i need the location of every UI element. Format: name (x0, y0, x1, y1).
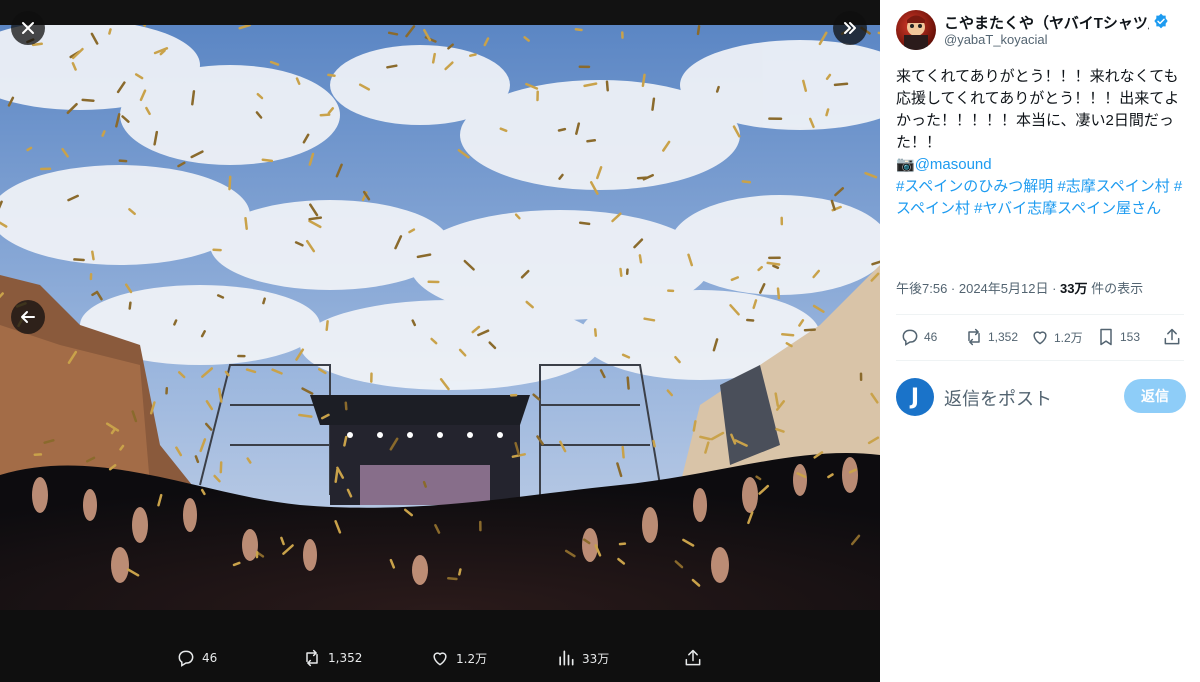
media-like-count: 1.2万 (456, 651, 488, 666)
bookmark-count: 153 (1120, 330, 1141, 344)
previous-button[interactable] (11, 300, 45, 334)
close-icon (22, 22, 34, 34)
repost-icon (968, 328, 980, 346)
reply-submit-button[interactable]: 返信 (1124, 379, 1186, 413)
repost-icon (306, 649, 318, 667)
media-repost-button[interactable]: 1,352 (302, 648, 362, 668)
media-reply-button[interactable]: 46 (176, 648, 217, 668)
verified-badge-icon (1154, 13, 1168, 29)
share-icon (685, 649, 701, 666)
like-button[interactable]: 1.2万 (1030, 327, 1083, 347)
user-avatar[interactable]: J (896, 378, 934, 416)
views-icon (559, 650, 574, 666)
reply-input[interactable]: 返信をポスト (944, 385, 1052, 411)
media-actions-bar: 46 1,352 1.2万 33万 (0, 610, 880, 682)
heart-icon (433, 652, 447, 666)
share-icon (1164, 328, 1180, 345)
author-row: こやまたくや（ヤバイTシャツ屋さん） @yabaT_koyacial (896, 10, 1196, 50)
post-body: 来てくれてありがとう！！！来れなくても応援してくれてありがとう！！！出来てよかっ… (896, 68, 1180, 151)
reply-count: 46 (924, 330, 938, 344)
expand-button[interactable] (833, 11, 867, 45)
views-label: 件の表示 (1087, 281, 1144, 296)
share-button[interactable] (1162, 327, 1182, 347)
double-chevron-icon (844, 22, 856, 34)
bookmark-icon (1100, 328, 1112, 346)
hashtag-links[interactable]: #スペインのひみつ解明 #志摩スペイン村 #スペイン村 #ヤバイ志摩スペイン屋さ… (896, 176, 1186, 220)
post-actions-bar: 46 1,352 1.2万 153 (896, 322, 1184, 352)
post-meta: 午後7:56 · 2024年5月12日 · 33万 件の表示 (896, 278, 1143, 297)
repost-count: 1,352 (988, 330, 1019, 344)
media-like-button[interactable]: 1.2万 (430, 648, 487, 668)
repost-button[interactable]: 1,352 (964, 327, 1018, 347)
media-viewer: 46 1,352 1.2万 33万 (0, 0, 880, 682)
reply-icon (902, 329, 918, 346)
mention-link[interactable]: @masound (915, 156, 992, 173)
heart-icon (1033, 331, 1047, 345)
author-avatar[interactable] (896, 10, 936, 50)
close-button[interactable] (11, 11, 45, 45)
author-display-name[interactable]: こやまたくや（ヤバイTシャツ屋さん） (944, 12, 1149, 33)
media-views-button[interactable]: 33万 (556, 648, 609, 668)
like-count: 1.2万 (1054, 330, 1083, 345)
camera-emoji: 📷 (896, 156, 915, 173)
arrow-left-icon (21, 311, 35, 323)
bookmark-button[interactable]: 153 (1096, 327, 1140, 347)
media-share-button[interactable] (683, 648, 703, 668)
reply-icon (178, 650, 194, 667)
media-views-count: 33万 (582, 651, 610, 666)
reply-button[interactable]: 46 (900, 327, 937, 347)
divider (896, 314, 1184, 315)
media-reply-count: 46 (202, 651, 218, 665)
views-count: 33万 (1060, 281, 1088, 296)
reply-composer: J 返信をポスト 返信 (896, 376, 1186, 418)
post-timestamp[interactable]: 午後7:56 · 2024年5月12日 · (896, 281, 1060, 296)
media-repost-count: 1,352 (328, 651, 363, 665)
divider (896, 360, 1184, 361)
author-handle[interactable]: @yabaT_koyacial (944, 32, 1048, 47)
post-sidebar: こやまたくや（ヤバイTシャツ屋さん） @yabaT_koyacial 来てくれて… (880, 0, 1200, 682)
post-text: 来てくれてありがとう！！！来れなくても応援してくれてありがとう！！！出来てよかっ… (896, 66, 1186, 220)
concert-photo (0, 25, 880, 610)
